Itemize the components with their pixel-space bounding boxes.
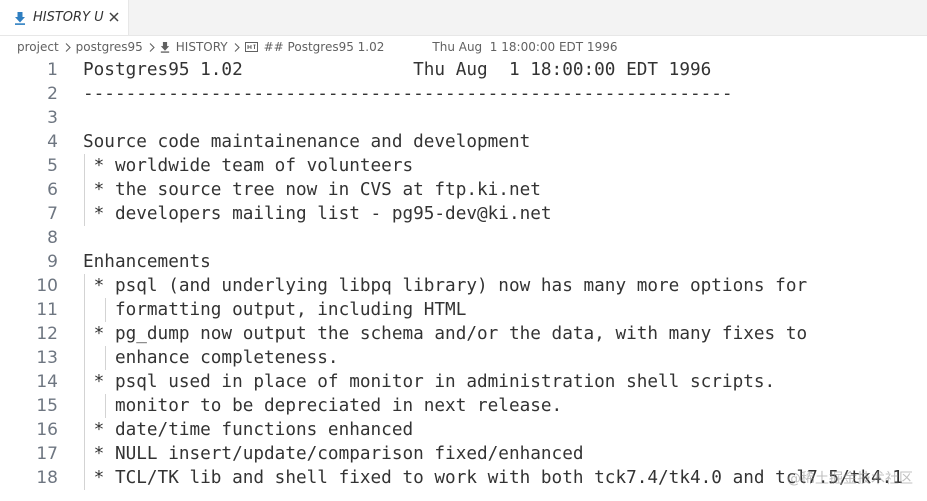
chevron-right-icon	[234, 42, 240, 52]
code-line: 5 * worldwide team of volunteers	[0, 154, 927, 178]
line-text: Postgres95 1.02 Thu Aug 1 18:00:00 EDT 1…	[83, 60, 712, 80]
line-text: monitor to be depreciated in next releas…	[83, 396, 563, 416]
chevron-right-icon	[149, 42, 155, 52]
text-editor[interactable]: 1 Postgres95 1.02 Thu Aug 1 18:00:00 EDT…	[0, 58, 927, 501]
code-line: 9 Enhancements	[0, 250, 927, 274]
line-number: 13	[36, 348, 58, 368]
code-line: 2 --------------------------------------…	[0, 82, 927, 106]
breadcrumb-item-history[interactable]: HISTORY	[160, 40, 228, 54]
editor-tab-bar: HISTORY U	[0, 0, 927, 36]
line-number: 10	[36, 276, 58, 296]
breadcrumb: project postgres95 HISTORY ## Postgres95…	[0, 36, 927, 58]
line-number: 3	[47, 108, 58, 128]
breadcrumb-history-label: HISTORY	[175, 40, 228, 54]
breadcrumb-item-heading[interactable]: ## Postgres95 1.02	[244, 40, 385, 54]
line-number: 16	[36, 420, 58, 440]
line-text: * NULL insert/update/comparison fixed/en…	[83, 444, 584, 464]
line-text: * psql used in place of monitor in admin…	[83, 372, 776, 392]
line-number: 14	[36, 372, 58, 392]
line-text: * worldwide team of volunteers	[83, 156, 414, 176]
code-line: 14 * psql used in place of monitor in ad…	[0, 370, 927, 394]
line-text: * psql (and underlying libpq library) no…	[83, 276, 808, 296]
line-text: * developers mailing list - pg95-dev@ki.…	[83, 204, 552, 224]
breadcrumb-trailing-text: Thu Aug 1 18:00:00 EDT 1996	[432, 40, 618, 54]
line-text: * date/time functions enhanced	[83, 420, 414, 440]
watermark: @稀土掘金技术社区	[787, 471, 913, 487]
code-line: 12 * pg_dump now output the schema and/o…	[0, 322, 927, 346]
line-number: 7	[47, 204, 58, 224]
line-number: 12	[36, 324, 58, 344]
line-text: Source code maintainenance and developme…	[83, 132, 531, 152]
line-number: 18	[36, 468, 58, 488]
code-line: 13 enhance completeness.	[0, 346, 927, 370]
breadcrumb-item-project[interactable]: project	[17, 40, 59, 54]
breadcrumb-heading-label: ## Postgres95 1.02	[263, 40, 385, 54]
code-line: 8	[0, 226, 927, 250]
line-number: 17	[36, 444, 58, 464]
code-line: 3	[0, 106, 927, 130]
download-arrow-icon	[15, 11, 25, 25]
code-line: 6 * the source tree now in CVS at ftp.ki…	[0, 178, 927, 202]
line-number: 2	[47, 84, 58, 104]
close-icon[interactable]	[107, 10, 121, 24]
download-arrow-icon	[160, 42, 169, 53]
tab-history[interactable]: HISTORY U	[0, 0, 129, 35]
line-text: * TCL/TK lib and shell fixed to work wit…	[83, 468, 903, 488]
line-number: 8	[47, 228, 58, 248]
line-number: 4	[47, 132, 58, 152]
line-text: * the source tree now in CVS at ftp.ki.n…	[83, 180, 541, 200]
line-number: 9	[47, 252, 58, 272]
code-line: 17 * NULL insert/update/comparison fixed…	[0, 442, 927, 466]
code-line: 4 Source code maintainenance and develop…	[0, 130, 927, 154]
line-number: 15	[36, 396, 58, 416]
breadcrumb-item-postgres95[interactable]: postgres95	[76, 40, 143, 54]
line-text: * pg_dump now output the schema and/or t…	[83, 324, 808, 344]
line-text: ----------------------------------------…	[83, 84, 733, 104]
code-line: 7 * developers mailing list - pg95-dev@k…	[0, 202, 927, 226]
code-line: 11 formatting output, including HTML	[0, 298, 927, 322]
line-number: 11	[36, 300, 58, 320]
code-line: 1 Postgres95 1.02 Thu Aug 1 18:00:00 EDT…	[0, 58, 927, 82]
code-line: 10 * psql (and underlying libpq library)…	[0, 274, 927, 298]
chevron-right-icon	[65, 42, 71, 52]
line-text: enhance completeness.	[83, 348, 339, 368]
line-number: 5	[47, 156, 58, 176]
tab-label: HISTORY U	[33, 10, 104, 25]
line-text: formatting output, including HTML	[83, 300, 467, 320]
code-line: 16 * date/time functions enhanced	[0, 418, 927, 442]
line-text: Enhancements	[83, 252, 211, 272]
heading-symbol-icon	[244, 42, 258, 52]
line-number: 1	[47, 60, 58, 80]
line-number: 6	[47, 180, 58, 200]
code-line: 15 monitor to be depreciated in next rel…	[0, 394, 927, 418]
